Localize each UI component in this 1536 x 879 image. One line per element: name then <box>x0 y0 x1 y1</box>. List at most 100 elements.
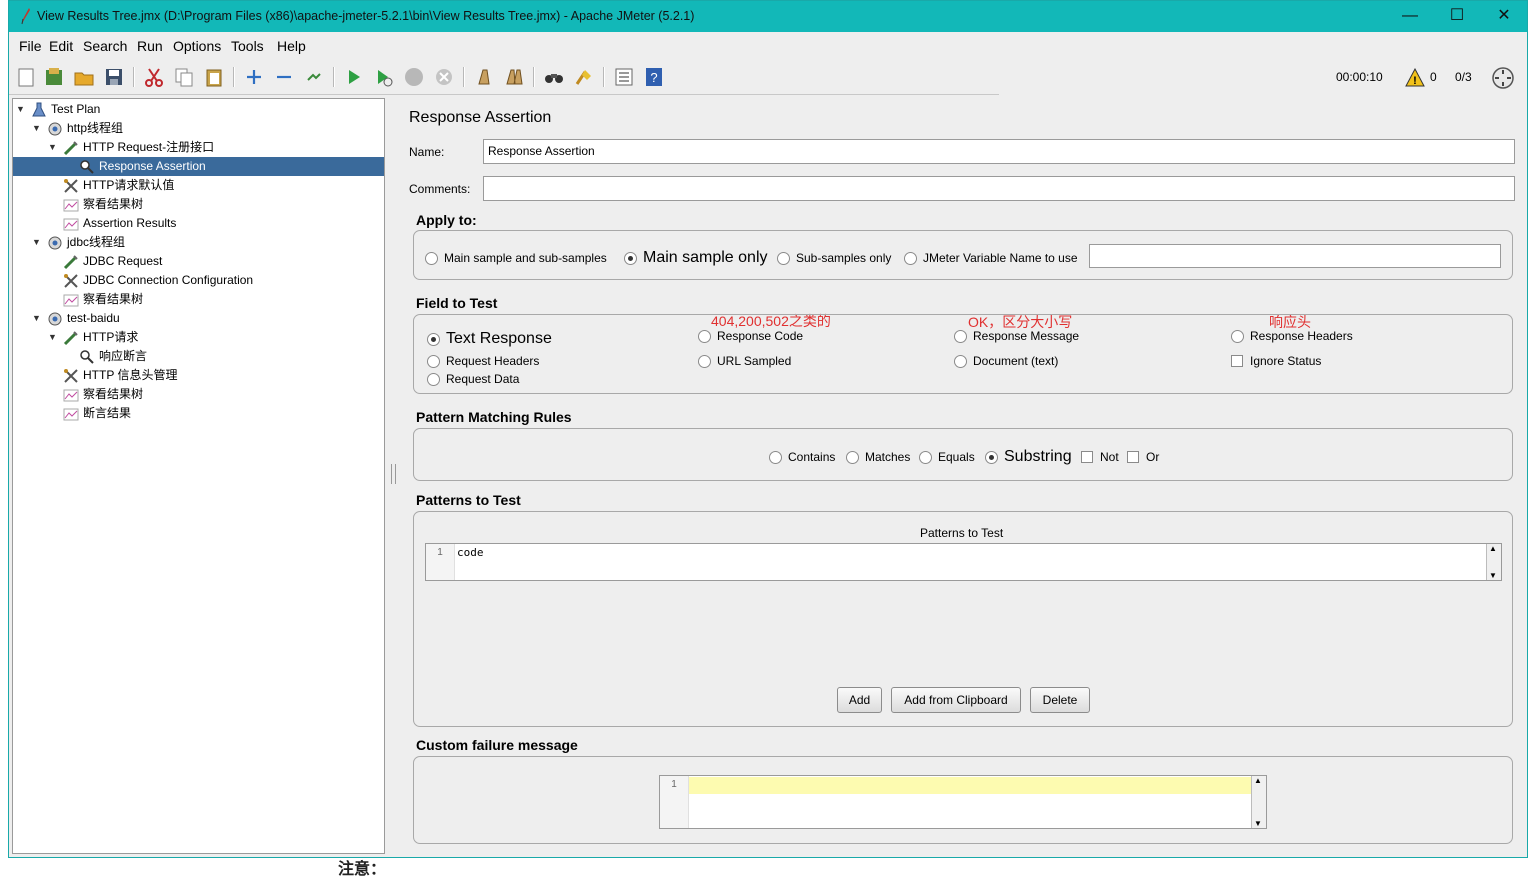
shutdown-icon[interactable] <box>433 66 455 88</box>
tree-expand-toggle-icon[interactable]: ▼ <box>32 233 41 252</box>
patterns-scrollbar[interactable]: ▲ ▼ <box>1486 544 1501 580</box>
tree-node[interactable]: 断言结果 <box>13 404 384 423</box>
radio-response-headers[interactable] <box>1231 330 1244 343</box>
tree-node[interactable]: 察看结果树 <box>13 385 384 404</box>
tree-node[interactable]: ▼ HTTP请求 <box>13 328 384 347</box>
paste-icon[interactable] <box>203 66 225 88</box>
reset-search-icon[interactable] <box>573 66 595 88</box>
radio-request-data[interactable] <box>427 373 440 386</box>
menu-search[interactable]: Search <box>83 38 127 54</box>
radio-response-message[interactable] <box>954 330 967 343</box>
tree-node[interactable]: 察看结果树 <box>13 195 384 214</box>
radio-matches[interactable] <box>846 451 859 464</box>
not-checkbox[interactable] <box>1081 451 1093 463</box>
radio-sub-only[interactable] <box>777 252 790 265</box>
menu-bar: File Edit Search Run Options Tools Help <box>9 32 1527 59</box>
tree-node[interactable]: HTTP请求默认值 <box>13 176 384 195</box>
help-icon[interactable]: ? <box>643 66 665 88</box>
radio-request-headers[interactable] <box>427 355 440 368</box>
tree-expand-toggle-icon[interactable]: ▼ <box>48 138 57 157</box>
open-icon[interactable] <box>73 66 95 88</box>
radio-url-sampled[interactable] <box>698 355 711 368</box>
menu-help[interactable]: Help <box>277 38 306 54</box>
jmeter-variable-field[interactable] <box>1089 244 1501 268</box>
templates-icon[interactable] <box>43 66 65 88</box>
splitter-grip[interactable] <box>391 464 396 484</box>
scroll-up-icon[interactable]: ▲ <box>1489 544 1497 553</box>
tree-node[interactable]: Response Assertion <box>13 157 384 176</box>
function-helper-icon[interactable] <box>613 66 635 88</box>
menu-tools[interactable]: Tools <box>231 38 264 54</box>
save-icon[interactable] <box>103 66 125 88</box>
tree-node[interactable]: JDBC Connection Configuration <box>13 271 384 290</box>
tree-node[interactable]: ▼ HTTP Request-注册接口 <box>13 138 384 157</box>
pattern-line[interactable]: code <box>457 546 484 559</box>
splitter[interactable] <box>389 98 397 854</box>
tree-expand-toggle-icon[interactable]: ▼ <box>32 309 41 328</box>
add-button[interactable]: Add <box>837 687 882 713</box>
custom-failure-editor[interactable]: 1 ▲ ▼ <box>659 775 1267 829</box>
maximize-button[interactable]: ☐ <box>1434 1 1480 32</box>
radio-substring[interactable] <box>985 451 998 464</box>
or-checkbox[interactable] <box>1127 451 1139 463</box>
clear-icon[interactable] <box>473 66 495 88</box>
tree-node[interactable]: ▼ http线程组 <box>13 119 384 138</box>
radio-main-and-sub[interactable] <box>425 252 438 265</box>
add-from-clipboard-button[interactable]: Add from Clipboard <box>891 687 1021 713</box>
minimize-button[interactable]: — <box>1387 1 1433 32</box>
tree-node[interactable]: JDBC Request <box>13 252 384 271</box>
cut-icon[interactable] <box>143 66 165 88</box>
close-button[interactable]: ✕ <box>1481 1 1527 32</box>
menu-run[interactable]: Run <box>137 38 163 54</box>
scroll-down-icon[interactable]: ▼ <box>1489 571 1497 580</box>
radio-text-response[interactable] <box>427 333 440 346</box>
matching-option-label: Equals <box>938 450 975 464</box>
radio-document-text[interactable] <box>954 355 967 368</box>
title-bar: View Results Tree.jmx (D:\Program Files … <box>9 1 1527 32</box>
radio-response-code[interactable] <box>698 330 711 343</box>
radio-jmeter-variable[interactable] <box>904 252 917 265</box>
expand-all-icon[interactable] <box>243 66 265 88</box>
tree-expand-toggle-icon[interactable]: ▼ <box>48 328 57 347</box>
collapse-all-icon[interactable] <box>273 66 295 88</box>
stop-icon[interactable] <box>403 66 425 88</box>
menu-file[interactable]: File <box>19 38 42 54</box>
tree-node[interactable]: 察看结果树 <box>13 290 384 309</box>
comments-field[interactable] <box>483 176 1515 201</box>
new-icon[interactable] <box>15 66 37 88</box>
radio-equals[interactable] <box>919 451 932 464</box>
toggle-icon[interactable] <box>303 66 325 88</box>
start-no-pauses-icon[interactable] <box>373 66 395 88</box>
apply-to-title: Apply to: <box>416 212 477 228</box>
custom-failure-scrollbar[interactable]: ▲ ▼ <box>1251 776 1266 828</box>
clear-all-icon[interactable] <box>503 66 525 88</box>
tree-node[interactable]: 响应断言 <box>13 347 384 366</box>
apply-option-label: Sub-samples only <box>796 251 892 265</box>
name-field[interactable]: Response Assertion <box>483 139 1515 164</box>
name-label: Name: <box>409 145 445 159</box>
tree-node[interactable]: ▼ test-baidu <box>13 309 384 328</box>
tree-node[interactable]: HTTP 信息头管理 <box>13 366 384 385</box>
tree-node[interactable]: ▼ Test Plan <box>13 100 384 119</box>
patterns-editor[interactable]: 1 code ▲ ▼ <box>425 543 1502 581</box>
search-icon[interactable] <box>543 66 565 88</box>
radio-contains[interactable] <box>769 451 782 464</box>
warning-icon[interactable]: ! <box>1405 68 1425 87</box>
test-plan-tree[interactable]: ▼ Test Plan ▼ http线程组 ▼ HTTP Request-注册接口 Resp… <box>12 98 385 854</box>
tree-node[interactable]: ▼ jdbc线程组 <box>13 233 384 252</box>
scroll-up-icon[interactable]: ▲ <box>1254 776 1262 785</box>
menu-options[interactable]: Options <box>173 38 221 54</box>
comments-label: Comments: <box>409 182 471 196</box>
delete-button[interactable]: Delete <box>1030 687 1090 713</box>
tree-expand-toggle-icon[interactable]: ▼ <box>32 119 41 138</box>
menu-edit[interactable]: Edit <box>49 38 73 54</box>
scroll-down-icon[interactable]: ▼ <box>1254 819 1262 828</box>
tree-node[interactable]: Assertion Results <box>13 214 384 233</box>
remote-status-icon[interactable] <box>1491 66 1515 90</box>
radio-main-only[interactable] <box>624 252 637 265</box>
tree-expand-toggle-icon[interactable]: ▼ <box>16 100 25 119</box>
tree-node-label: 响应断言 <box>99 349 148 363</box>
ignore-status-checkbox[interactable] <box>1231 355 1243 367</box>
start-icon[interactable] <box>343 66 365 88</box>
copy-icon[interactable] <box>173 66 195 88</box>
